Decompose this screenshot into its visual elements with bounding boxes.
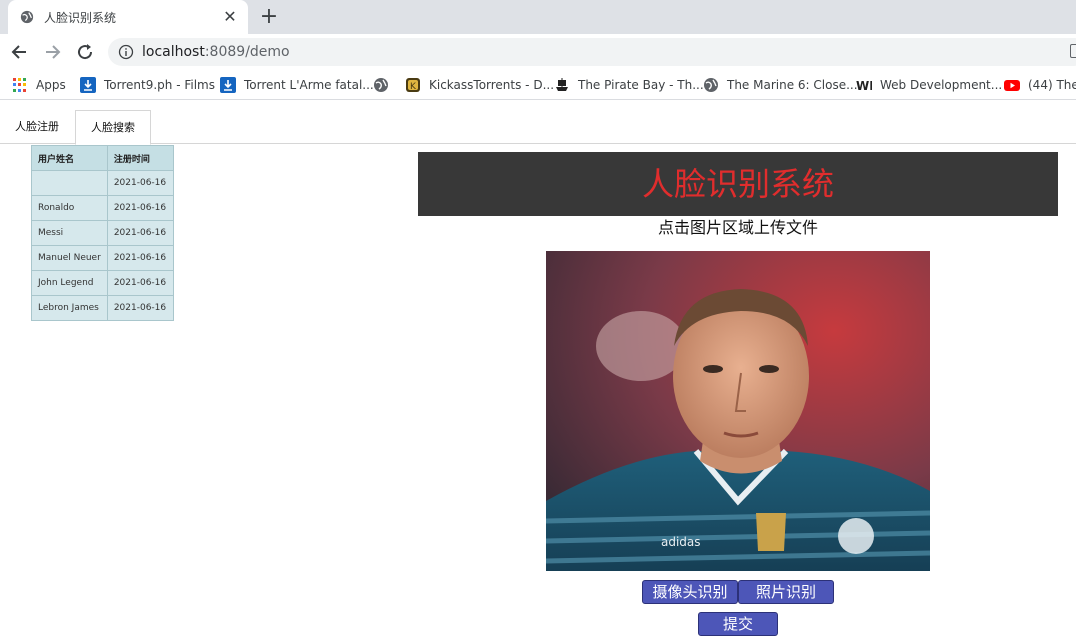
new-tab-button[interactable]: + xyxy=(258,6,280,29)
bookmark-label: The Pirate Bay - Th... xyxy=(578,78,704,92)
cell-name xyxy=(31,170,108,196)
table-row[interactable]: Manuel Neuer 2021-06-16 xyxy=(31,245,174,271)
url-host: localhost xyxy=(142,44,205,60)
cell-time: 2021-06-16 xyxy=(106,295,174,321)
bookmark-torrent9[interactable]: Torrent9.ph - Films xyxy=(80,76,215,94)
table-row[interactable]: Ronaldo 2021-06-16 xyxy=(31,195,174,221)
svg-text:adidas: adidas xyxy=(661,535,701,549)
page-tab-bar: 人脸注册 人脸搜索 xyxy=(0,110,1076,145)
globe-icon xyxy=(704,78,718,92)
photo-recognition-button[interactable]: 照片识别 xyxy=(738,580,834,604)
apps-grid-icon xyxy=(12,77,28,93)
kickass-icon: K xyxy=(406,78,420,92)
bookmark-label: Torrent9.ph - Films xyxy=(104,78,215,92)
url-path: :8089/demo xyxy=(204,44,290,60)
back-arrow-icon[interactable] xyxy=(10,42,30,62)
cell-name: Messi xyxy=(31,220,108,246)
column-header-name: 用户姓名 xyxy=(31,145,108,171)
bookmark-torrent-arme[interactable]: Torrent L'Arme fatal... xyxy=(220,76,374,94)
cell-time: 2021-06-16 xyxy=(106,245,174,271)
youtube-icon xyxy=(1004,80,1020,91)
user-table: 用户姓名 注册时间 2021-06-16 Ronaldo 2021-06-16 … xyxy=(31,145,174,321)
column-header-time: 注册时间 xyxy=(106,145,174,171)
cell-time: 2021-06-16 xyxy=(106,195,174,221)
table-row[interactable]: Lebron James 2021-06-16 xyxy=(31,295,174,321)
svg-text:WB: WB xyxy=(856,79,872,93)
bookmark-webdev[interactable]: WB Web Development... xyxy=(856,76,1002,94)
bookmark-apps[interactable]: Apps xyxy=(12,76,66,94)
camera-recognition-button[interactable]: 摄像头识别 xyxy=(642,580,738,604)
download-icon xyxy=(220,77,236,93)
face-photo: adidas xyxy=(546,251,930,571)
tab-title: 人脸识别系统 xyxy=(44,10,117,25)
cell-name: Manuel Neuer xyxy=(31,245,108,271)
submit-button[interactable]: 提交 xyxy=(698,612,778,636)
bookmarks-bar: Apps Torrent9.ph - Films Torrent L'Arme … xyxy=(0,70,1076,100)
bookmark-label: Torrent L'Arme fatal... xyxy=(244,78,374,92)
browser-tab[interactable]: 人脸识别系统 ✕ xyxy=(8,0,248,34)
cell-name: John Legend xyxy=(31,270,108,296)
page-title-banner: 人脸识别系统 xyxy=(418,152,1058,216)
bookmark-globe[interactable] xyxy=(373,76,397,94)
cell-name: Ronaldo xyxy=(31,195,108,221)
close-tab-icon[interactable]: ✕ xyxy=(222,9,238,25)
forward-arrow-icon[interactable] xyxy=(42,42,62,62)
tab-face-register[interactable]: 人脸注册 xyxy=(6,110,68,144)
table-row[interactable]: 2021-06-16 xyxy=(31,170,174,196)
bookmark-label: (44) The I xyxy=(1028,78,1076,92)
table-row[interactable]: John Legend 2021-06-16 xyxy=(31,270,174,296)
table-header-row: 用户姓名 注册时间 xyxy=(31,145,174,171)
cell-time: 2021-06-16 xyxy=(106,270,174,296)
download-icon xyxy=(80,77,96,93)
bookmark-marine6[interactable]: The Marine 6: Close... xyxy=(703,76,858,94)
table-row[interactable]: Messi 2021-06-16 xyxy=(31,220,174,246)
wb-icon: WB xyxy=(856,79,872,93)
bookmark-label: Apps xyxy=(36,78,66,92)
reload-icon[interactable] xyxy=(75,42,95,62)
bookmark-youtube[interactable]: (44) The I xyxy=(1004,76,1076,94)
bookmark-kickass[interactable]: K KickassTorrents - D... xyxy=(405,76,554,94)
address-bar[interactable]: localhost:8089/demo xyxy=(108,38,1076,66)
bookmark-label: KickassTorrents - D... xyxy=(429,78,555,92)
globe-icon xyxy=(374,78,388,92)
cell-time: 2021-06-16 xyxy=(106,220,174,246)
cell-name: Lebron James xyxy=(31,295,108,321)
bookmark-label: The Marine 6: Close... xyxy=(727,78,858,92)
url-text: localhost:8089/demo xyxy=(142,44,290,60)
upload-hint-text: 点击图片区域上传文件 xyxy=(657,218,818,237)
browser-tab-strip: 人脸识别系统 ✕ + xyxy=(0,0,1076,34)
bookmark-label: Web Development... xyxy=(880,78,1003,92)
bookmark-piratebay[interactable]: The Pirate Bay - Th... xyxy=(554,76,704,94)
extension-icon[interactable] xyxy=(1070,44,1076,58)
pirate-ship-icon xyxy=(556,78,568,91)
browser-toolbar: localhost:8089/demo xyxy=(0,34,1076,70)
info-icon[interactable] xyxy=(118,44,134,60)
cell-time: 2021-06-16 xyxy=(106,170,174,196)
tab-face-search[interactable]: 人脸搜索 xyxy=(75,110,151,145)
globe-icon xyxy=(20,10,34,24)
upload-image-area[interactable]: adidas xyxy=(546,251,930,571)
